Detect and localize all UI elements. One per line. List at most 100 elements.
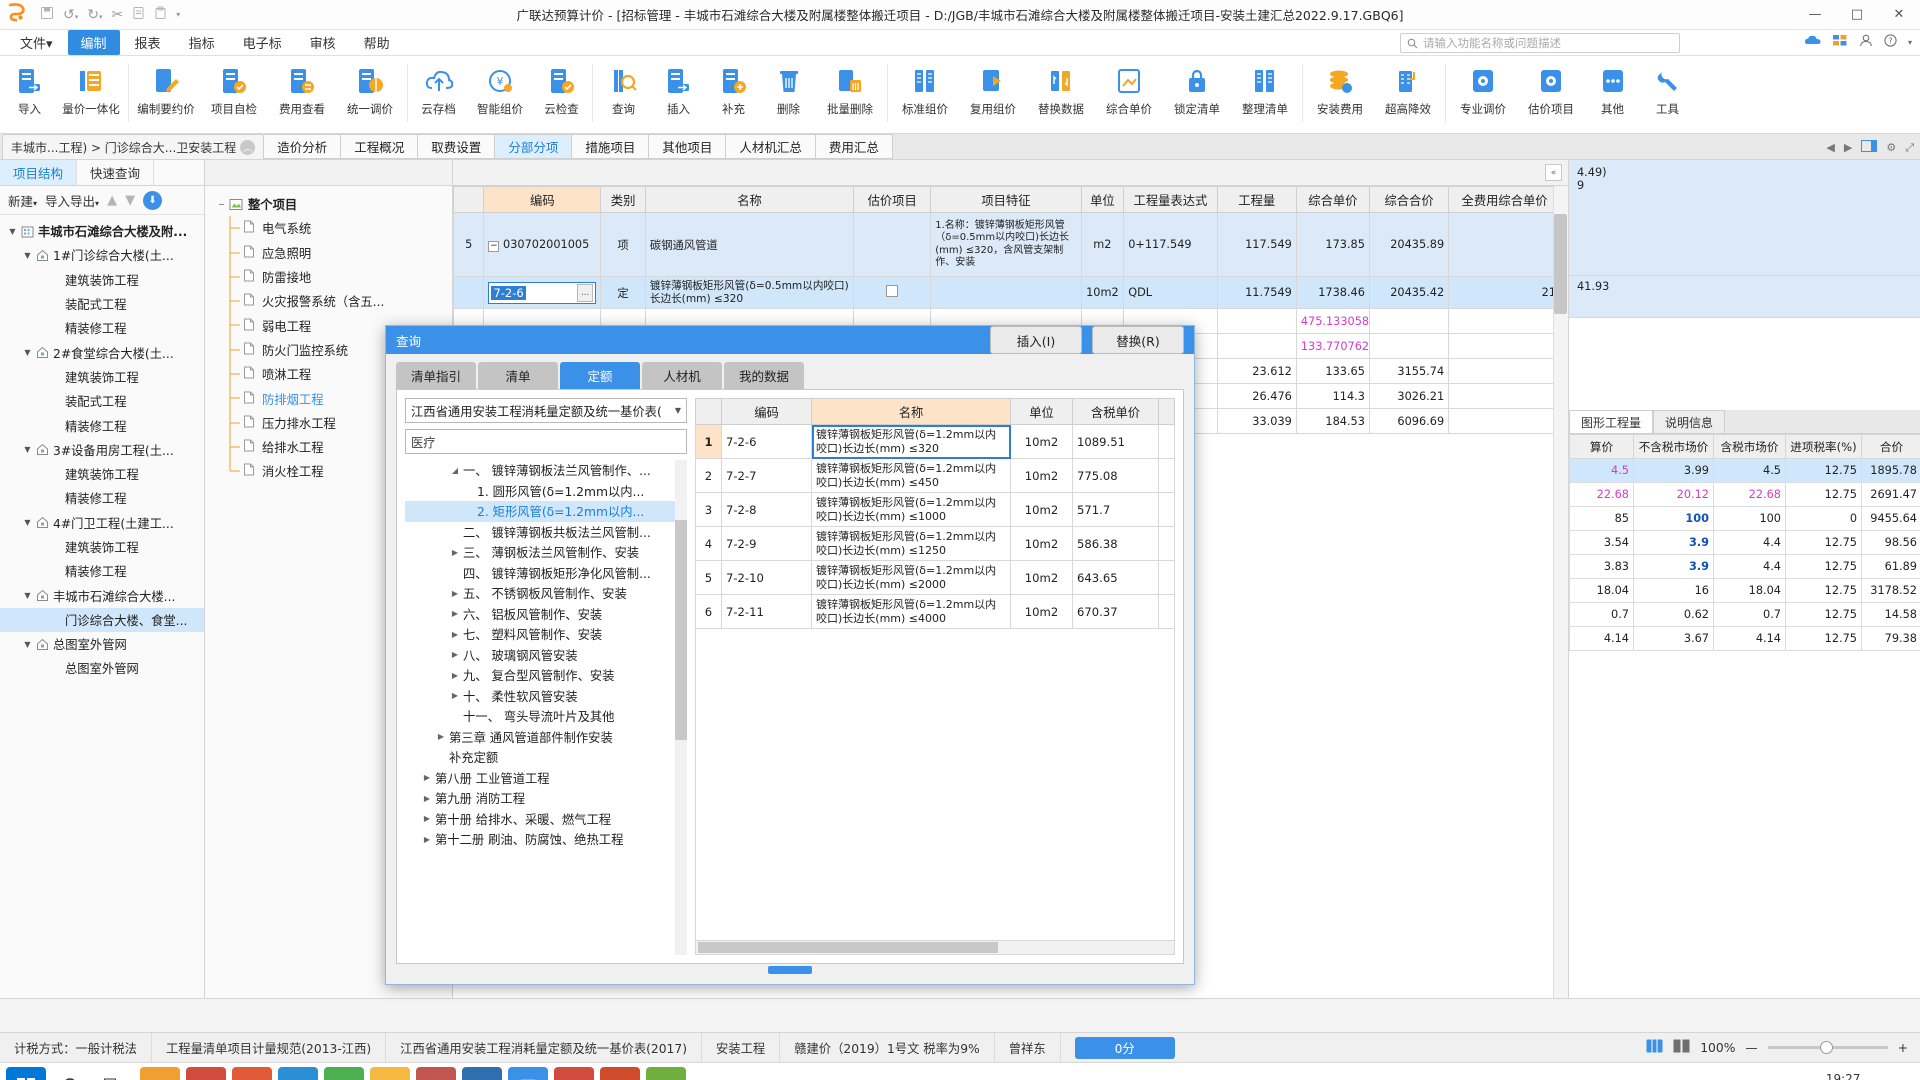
expander-icon[interactable]: ▶	[447, 548, 463, 557]
ribbon-button-补充[interactable]: 补充	[706, 60, 761, 117]
start-icon[interactable]	[6, 1066, 46, 1080]
table-row[interactable]: 7-2-6... 定镀锌薄钢板矩形风管(δ=0.5mm以内咬口)长边长(mm) ≤…	[453, 276, 1561, 309]
grid-col-类别[interactable]: 类别	[600, 186, 646, 213]
dialog-tab-人材机[interactable]: 人材机	[642, 362, 722, 389]
project-tree-item[interactable]: 建筑装饰工程	[0, 365, 204, 389]
project-tree-item[interactable]: ▼ 总图室外管网	[0, 632, 204, 656]
project-tree-item[interactable]: 建筑装饰工程	[0, 535, 204, 559]
view-split-icon[interactable]	[1673, 1039, 1690, 1056]
whole-project-item[interactable]: 电气系统	[205, 216, 452, 242]
filter-input[interactable]: 医疗	[405, 429, 687, 454]
zoom-out-button[interactable]: —	[1745, 1041, 1757, 1055]
definition-col-idx-5[interactable]	[1158, 398, 1175, 425]
chapter-tree-item[interactable]: 四、 镀锌薄钢板矩形净化风管制...	[405, 563, 687, 584]
detail-body[interactable]: 4.5 3.99 4.5 12.75 1895.78 22.68 20.12 22.68 12.…	[1569, 458, 1920, 651]
left-arrow-icon[interactable]: ◀	[1826, 141, 1834, 154]
ribbon-button-项目自检[interactable]: 项目自检	[200, 60, 268, 117]
project-tree-item[interactable]: 建筑装饰工程	[0, 268, 204, 292]
definition-col-含税单价[interactable]: 含税单价	[1072, 398, 1159, 425]
dialog-action-buttons[interactable]: 插入(I) 替换(R)	[990, 326, 1184, 354]
zoom-slider[interactable]	[1767, 1041, 1888, 1054]
definition-col-名称[interactable]: 名称	[811, 398, 1011, 425]
doc-tab-费用汇总[interactable]: 费用汇总	[815, 134, 893, 159]
ribbon-button-锁定清单[interactable]: 锁定清单	[1163, 60, 1231, 117]
chapter-tree-item[interactable]: ▶ 八、 玻璃钢风管安装	[405, 645, 687, 666]
definition-body[interactable]: 1 7-2-6 镀锌薄钢板矩形风管(δ=1.2mm以内咬口)长边长(mm) ≤320…	[695, 424, 1175, 629]
detail-col-不含税市场价[interactable]: 不含税市场价	[1633, 434, 1714, 459]
system-tray[interactable]: ︿ 英 19:27 2022-10-23	[1701, 1072, 1914, 1080]
estimate-checkbox[interactable]	[886, 285, 899, 297]
menu-item-1[interactable]: 编制	[67, 30, 120, 55]
doc-tab-工程概况[interactable]: 工程概况	[341, 134, 419, 159]
grid-col-项目特征[interactable]: 项目特征	[930, 186, 1082, 213]
ribbon-button-超高降效[interactable]: 超高降效	[1374, 60, 1442, 117]
table-row[interactable]: 4 7-2-9 镀锌薄钢板矩形风管(δ=1.2mm以内咬口)长边长(mm) ≤125…	[695, 526, 1175, 561]
scroll-thumb[interactable]	[1554, 214, 1567, 314]
panel-layout-icon[interactable]	[1861, 140, 1878, 155]
explorer-icon[interactable]	[370, 1066, 410, 1080]
definition-col-编码[interactable]: 编码	[721, 398, 812, 425]
chapter-tree-item[interactable]: 1. 圆形风管(δ=1.2mm以内...	[405, 481, 687, 502]
expander-icon[interactable]: ▶	[447, 589, 463, 598]
search-icon[interactable]	[52, 1067, 90, 1080]
docrow-right-tools[interactable]: ◀ ▶ ⚙ ⤢	[1826, 140, 1914, 155]
edge-icon[interactable]	[278, 1066, 318, 1080]
maximize-button[interactable]: □	[1836, 0, 1878, 30]
chapter-tree-item[interactable]: ▶ 第八册 工业管道工程	[405, 768, 687, 789]
expander-icon[interactable]: −	[215, 200, 228, 209]
expander-icon[interactable]: ▶	[447, 671, 463, 680]
new-button[interactable]: 新建▾	[8, 191, 37, 210]
collapse-panel-button[interactable]: «	[1545, 164, 1562, 181]
table-row[interactable]: 2 7-2-7 镀锌薄钢板矩形风管(δ=1.2mm以内咬口)长边长(mm) ≤450…	[695, 458, 1175, 493]
table-row[interactable]: 1 7-2-6 镀锌薄钢板矩形风管(δ=1.2mm以内咬口)长边长(mm) ≤320…	[695, 424, 1175, 459]
whole-project-root[interactable]: − 整个项目	[205, 192, 452, 216]
table-row[interactable]: 22.68 20.12 22.68 12.75 2691.47	[1569, 482, 1920, 507]
expander-icon[interactable]: ▶	[419, 835, 435, 844]
expander-icon[interactable]: ▼	[21, 251, 34, 260]
expander-icon[interactable]: ▶	[433, 732, 449, 741]
chapter-tree-item[interactable]: ▶ 第三章 通风管道部件制作安装	[405, 727, 687, 748]
dialog-tab-清单[interactable]: 清单	[478, 362, 558, 389]
detail-tab-说明信息[interactable]: 说明信息	[1653, 410, 1726, 433]
view-grid-icon[interactable]	[1646, 1039, 1663, 1056]
project-tree-item[interactable]: 装配式工程	[0, 389, 204, 413]
ribbon-button-安装费用[interactable]: 安装费用	[1306, 60, 1374, 117]
chapter-tree-item[interactable]: ▶ 第十二册 刷油、防腐蚀、绝热工程	[405, 829, 687, 850]
whole-project-item[interactable]: 防雷接地	[205, 264, 452, 290]
project-tree-item[interactable]: ▼ 2#食堂综合大楼(土...	[0, 340, 204, 364]
grid-col-全费用综合单价[interactable]: 全费用综合单价	[1448, 186, 1561, 213]
ribbon-button-删除[interactable]: 删除	[761, 60, 816, 117]
grid-vertical-scrollbar[interactable]	[1553, 186, 1568, 998]
note-icon[interactable]	[646, 1066, 686, 1080]
ribbon-button-复用组价[interactable]: 复用组价	[959, 60, 1027, 117]
project-tree-item[interactable]: 建筑装饰工程	[0, 462, 204, 486]
project-tree-item[interactable]: 精装修工程	[0, 316, 204, 340]
project-tree-item[interactable]: ▼ 4#门卫工程(土建工...	[0, 511, 204, 535]
menu-item-4[interactable]: 电子标	[230, 30, 295, 55]
dialog-button-插入(I)[interactable]: 插入(I)	[990, 326, 1082, 354]
download-icon[interactable]: ⬇	[143, 190, 163, 210]
doc-tab-其他项目[interactable]: 其他项目	[649, 134, 727, 159]
ribbon-button-综合单价[interactable]: 综合单价	[1095, 60, 1163, 117]
clock[interactable]: 19:27 2022-10-23	[1808, 1072, 1878, 1080]
menu-item-5[interactable]: 审核	[297, 30, 349, 55]
cad-icon[interactable]: CAD	[186, 1066, 226, 1080]
expander-icon[interactable]: ▼	[21, 348, 34, 357]
window-controls[interactable]: — □ ✕	[1794, 0, 1920, 30]
kingsoft-icon[interactable]: K	[232, 1066, 272, 1080]
scroll-thumb[interactable]	[675, 520, 687, 740]
table-row[interactable]: 3 7-2-8 镀锌薄钢板矩形风管(δ=1.2mm以内咬口)长边长(mm) ≤100…	[695, 492, 1175, 527]
close-button[interactable]: ✕	[1878, 0, 1920, 30]
project-tree-item[interactable]: ▼ 丰城市石滩综合大楼...	[0, 583, 204, 607]
ribbon-button-插入[interactable]: 插入	[651, 60, 706, 117]
table-row[interactable]: 5 7-2-10 镀锌薄钢板矩形风管(δ=1.2mm以内咬口)长边长(mm) ≤20…	[695, 560, 1175, 595]
chapter-tree-item[interactable]: ▶ 三、 薄钢板法兰风管制作、安装	[405, 542, 687, 563]
library-select[interactable]: 江西省通用安装工程消耗量定额及统一基价表( ▼	[405, 398, 687, 423]
help-icon[interactable]: ?	[1884, 34, 1897, 50]
move-up-button[interactable]: ▲	[107, 193, 117, 208]
search-input[interactable]: 请输入功能名称或问题描述	[1400, 33, 1680, 53]
project-tree-item[interactable]: 精装修工程	[0, 486, 204, 510]
grid-col-名称[interactable]: 名称	[644, 186, 855, 213]
ribbon-button-云存档[interactable]: 云存档	[411, 60, 466, 117]
table-row[interactable]: 5− 030702001005 项碳钢通风管道 1.名称：镀锌薄钢板矩形风管（δ=0…	[453, 212, 1561, 277]
